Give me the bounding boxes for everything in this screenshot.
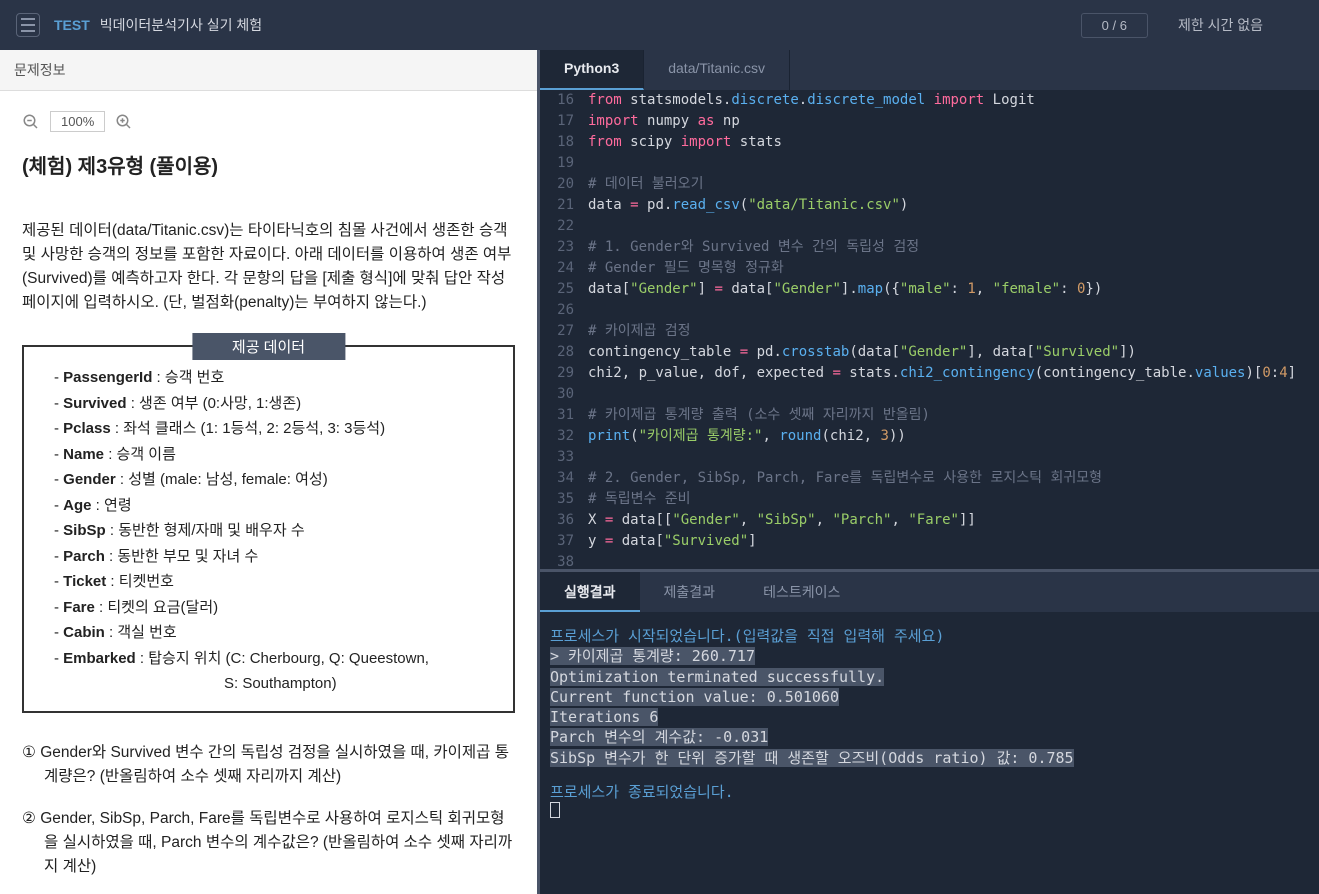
code-line[interactable]: 33 bbox=[540, 447, 1319, 468]
editor-tabs: Python3 data/Titanic.csv bbox=[540, 50, 1319, 90]
console-line: Iterations 6 bbox=[550, 708, 658, 726]
code-line[interactable]: 19 bbox=[540, 153, 1319, 174]
problem-title: (체험) 제3유형 (풀이용) bbox=[22, 150, 515, 179]
tab-testcase[interactable]: 테스트케이스 bbox=[739, 572, 864, 612]
code-line[interactable]: 20# 데이터 불러오기 bbox=[540, 174, 1319, 195]
code-line[interactable]: 21data = pd.read_csv("data/Titanic.csv") bbox=[540, 195, 1319, 216]
code-line[interactable]: 36X = data[["Gender", "SibSp", "Parch", … bbox=[540, 510, 1319, 531]
data-field: - Cabin : 객실 번호 bbox=[44, 620, 493, 646]
data-field: - Name : 승객 이름 bbox=[44, 442, 493, 468]
code-line[interactable]: 17import numpy as np bbox=[540, 111, 1319, 132]
code-line[interactable]: 24# Gender 필드 명목형 정규화 bbox=[540, 258, 1319, 279]
code-line[interactable]: 32print("카이제곱 통계량:", round(chi2, 3)) bbox=[540, 426, 1319, 447]
console-line: 프로세스가 종료되었습니다. bbox=[550, 782, 1309, 802]
data-field: S: Southampton) bbox=[44, 671, 493, 697]
data-field: - Parch : 동반한 부모 및 자녀 수 bbox=[44, 544, 493, 570]
data-field: - Gender : 성별 (male: 남성, female: 여성) bbox=[44, 467, 493, 493]
code-line[interactable]: 27# 카이제곱 검정 bbox=[540, 321, 1319, 342]
data-field: - Survived : 생존 여부 (0:사망, 1:생존) bbox=[44, 391, 493, 417]
code-line[interactable]: 26 bbox=[540, 300, 1319, 321]
console-line: > 카이제곱 통계량: 260.717 bbox=[550, 647, 755, 665]
data-box-title: 제공 데이터 bbox=[192, 333, 345, 360]
code-line[interactable]: 37y = data["Survived"] bbox=[540, 531, 1319, 552]
data-field: - PassengerId : 승객 번호 bbox=[44, 365, 493, 391]
code-line[interactable]: 31# 카이제곱 통계량 출력 (소수 셋째 자리까지 반올림) bbox=[540, 405, 1319, 426]
code-line[interactable]: 34# 2. Gender, SibSp, Parch, Fare를 독립변수로… bbox=[540, 468, 1319, 489]
tab-run-result[interactable]: 실행결과 bbox=[540, 572, 640, 612]
code-line[interactable]: 29chi2, p_value, dof, expected = stats.c… bbox=[540, 363, 1319, 384]
data-field: - Embarked : 탑승지 위치 (C: Cherbourg, Q: Qu… bbox=[44, 646, 493, 672]
code-line[interactable]: 23# 1. Gender와 Survived 변수 간의 독립성 검정 bbox=[540, 237, 1319, 258]
data-field: - Age : 연령 bbox=[44, 493, 493, 519]
code-line[interactable]: 16from statsmodels.discrete.discrete_mod… bbox=[540, 90, 1319, 111]
console-line: 프로세스가 시작되었습니다.(입력값을 직접 입력해 주세요) bbox=[550, 626, 1309, 646]
exam-title: 빅데이터분석기사 실기 체험 bbox=[100, 15, 262, 35]
code-line[interactable]: 25data["Gender"] = data["Gender"].map({"… bbox=[540, 279, 1319, 300]
time-limit: 제한 시간 없음 bbox=[1178, 15, 1263, 35]
tab-data[interactable]: data/Titanic.csv bbox=[644, 50, 790, 90]
zoom-out-icon[interactable] bbox=[22, 113, 40, 131]
code-line[interactable]: 35# 독립변수 준비 bbox=[540, 489, 1319, 510]
code-line[interactable]: 30 bbox=[540, 384, 1319, 405]
code-line[interactable]: 22 bbox=[540, 216, 1319, 237]
app-header: TEST 빅데이터분석기사 실기 체험 0 / 6 제한 시간 없음 bbox=[0, 0, 1319, 50]
menu-icon[interactable] bbox=[16, 13, 40, 37]
code-editor[interactable]: 16from statsmodels.discrete.discrete_mod… bbox=[540, 90, 1319, 569]
cursor-icon bbox=[550, 802, 560, 818]
data-field: - SibSp : 동반한 형제/자매 및 배우자 수 bbox=[44, 518, 493, 544]
problem-description: 제공된 데이터(data/Titanic.csv)는 타이타닉호의 침몰 사건에… bbox=[22, 219, 515, 315]
console-line: Optimization terminated successfully. bbox=[550, 668, 884, 686]
code-line[interactable]: 38 bbox=[540, 552, 1319, 569]
tab-python[interactable]: Python3 bbox=[540, 50, 644, 90]
console-line: Parch 변수의 계수값: -0.031 bbox=[550, 728, 768, 746]
zoom-in-icon[interactable] bbox=[115, 113, 133, 131]
tab-submit-result[interactable]: 제출결과 bbox=[640, 572, 740, 612]
data-dictionary: 제공 데이터 - PassengerId : 승객 번호- Survived :… bbox=[22, 345, 515, 713]
test-badge: TEST bbox=[54, 17, 90, 33]
question-1: ① Gender와 Survived 변수 간의 독립성 검정을 실시하였을 때… bbox=[22, 741, 515, 789]
code-line[interactable]: 28contingency_table = pd.crosstab(data["… bbox=[540, 342, 1319, 363]
data-field: - Ticket : 티켓번호 bbox=[44, 569, 493, 595]
console-line: SibSp 변수가 한 단위 증가할 때 생존할 오즈비(Odds ratio)… bbox=[550, 749, 1074, 767]
zoom-value: 100% bbox=[50, 111, 105, 132]
progress-counter: 0 / 6 bbox=[1081, 13, 1148, 38]
question-2: ② Gender, SibSp, Parch, Fare를 독립변수로 사용하여… bbox=[22, 807, 515, 879]
output-panel: 실행결과 제출결과 테스트케이스 프로세스가 시작되었습니다.(입력값을 직접 … bbox=[540, 569, 1319, 894]
data-field: - Pclass : 좌석 클래스 (1: 1등석, 2: 2등석, 3: 3등… bbox=[44, 416, 493, 442]
data-field: - Fare : 티켓의 요금(달러) bbox=[44, 595, 493, 621]
problem-panel: 문제정보 100% (체험) 제3유형 (풀이용) 제공된 데이터(data/T… bbox=[0, 50, 540, 894]
code-panel: Python3 data/Titanic.csv 16from statsmod… bbox=[540, 50, 1319, 894]
info-bar: 문제정보 bbox=[0, 50, 537, 91]
code-line[interactable]: 18from scipy import stats bbox=[540, 132, 1319, 153]
problem-content[interactable]: 100% (체험) 제3유형 (풀이용) 제공된 데이터(data/Titani… bbox=[0, 91, 537, 894]
console-output[interactable]: 프로세스가 시작되었습니다.(입력값을 직접 입력해 주세요) > 카이제곱 통… bbox=[540, 612, 1319, 894]
console-line: Current function value: 0.501060 bbox=[550, 688, 839, 706]
